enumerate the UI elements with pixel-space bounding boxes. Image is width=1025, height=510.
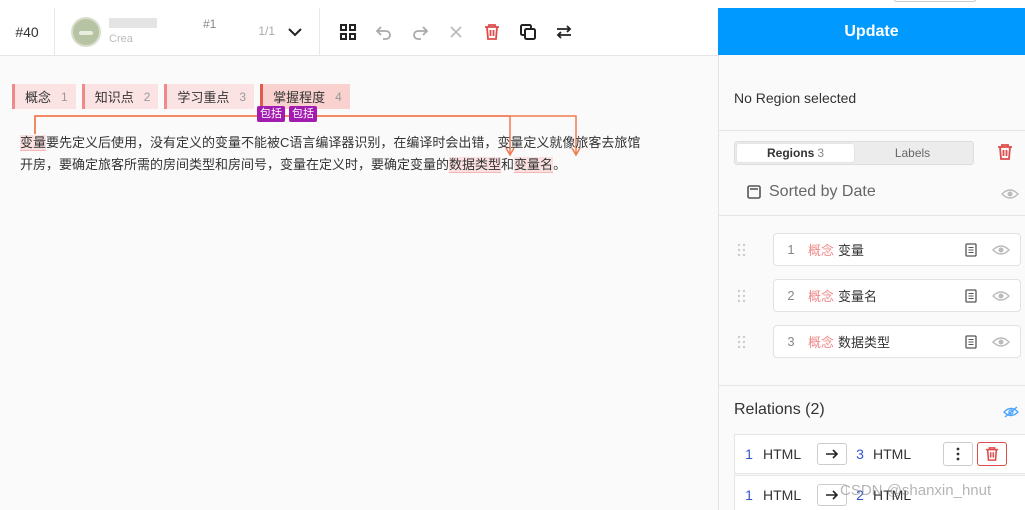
label-name: 学习重点: [177, 90, 230, 105]
trash-icon: [985, 447, 999, 461]
annotation-number: #1: [203, 17, 217, 31]
note-icon[interactable]: [964, 242, 978, 257]
divider: [719, 215, 1025, 216]
text-line-1: 变量要先定义后使用，没有定义的变量不能被C语言编译器识别，在编译时会出错，变量定…: [20, 132, 700, 154]
relation-more-button[interactable]: [943, 442, 973, 466]
eye-icon[interactable]: [992, 336, 1010, 348]
region-text: 变量: [838, 243, 865, 258]
relation-delete-button[interactable]: [977, 442, 1007, 466]
note-icon[interactable]: [964, 334, 978, 349]
document-text[interactable]: 变量要先定义后使用，没有定义的变量不能被C语言编译器识别，在编译时会出错，变量定…: [20, 132, 700, 176]
more-vertical-icon: [956, 447, 960, 461]
eye-icon[interactable]: [992, 290, 1010, 302]
annotation-created: Crea: [109, 33, 133, 45]
text-segment: 。: [553, 157, 567, 172]
region-text: 数据类型: [838, 335, 891, 350]
label-chip[interactable]: 学习重点 3: [164, 84, 255, 109]
arrow-right-icon: [826, 490, 839, 500]
task-id: #40: [0, 8, 55, 55]
sort-toggle[interactable]: Sorted by Date: [747, 183, 876, 201]
region-index: 1: [787, 242, 795, 257]
annotator-name-redacted: [109, 18, 157, 28]
label-chip[interactable]: 概念 1: [12, 84, 76, 109]
text-segment: 要先定义后使用，没有定义的变量不能被C语言编译器识别，在编译时会出错，变量定义就…: [46, 135, 641, 150]
relation-from-type: HTML: [763, 487, 802, 503]
eye-off-icon[interactable]: [1003, 405, 1019, 418]
eye-icon[interactable]: [1001, 187, 1019, 199]
relation-badge[interactable]: 包括: [257, 106, 285, 122]
relation-direction-button[interactable]: [817, 443, 847, 465]
region-index: 3: [787, 334, 795, 349]
note-icon[interactable]: [964, 288, 978, 303]
label-hotkey: 3: [239, 89, 247, 104]
redo-icon[interactable]: [408, 20, 432, 44]
region-index: 2: [787, 288, 795, 303]
chevron-down-icon[interactable]: [285, 22, 305, 42]
annotation-page: 1/1: [258, 24, 275, 38]
relations-title: Relations (2): [734, 401, 825, 418]
top-stub: [893, 0, 977, 2]
highlighted-region[interactable]: 变量: [20, 135, 47, 151]
relation-to-type: HTML: [873, 446, 912, 462]
region-label: 概念: [808, 289, 835, 304]
tab-label: Labels: [894, 146, 931, 160]
avatar: [71, 16, 101, 47]
divider: [719, 130, 1025, 131]
highlighted-region[interactable]: 数据类型: [449, 157, 502, 173]
label-name: 概念: [25, 90, 52, 105]
text-segment: 和: [501, 157, 515, 172]
close-icon[interactable]: [444, 20, 468, 44]
text-line-2: 开房，要确定旅客所需的房间类型和房间号，变量在定义时，要确定变量的数据类型和变量…: [20, 154, 700, 176]
tab-label: Regions: [766, 146, 815, 160]
tool-group: [320, 8, 576, 55]
region-label: 概念: [808, 335, 835, 350]
label-name: 知识点: [94, 90, 134, 105]
arrow-right-icon: [826, 449, 839, 459]
update-button[interactable]: Update: [718, 8, 1025, 55]
grip-icon[interactable]: [737, 335, 747, 349]
swap-icon[interactable]: [552, 20, 576, 44]
relation-from-type: HTML: [763, 446, 802, 462]
relation-from-id: 1: [745, 487, 753, 503]
watermark: CSDN @shanxin_hnut: [840, 482, 992, 499]
annotation-selector[interactable]: Crea #1 1/1: [55, 8, 320, 55]
highlighted-region[interactable]: 变量名: [514, 157, 554, 173]
label-name: 掌握程度: [273, 90, 326, 105]
relation-row[interactable]: 1 HTML 3 HTML: [734, 434, 1025, 474]
tab-count: 3: [817, 146, 825, 160]
relation-to-id: 3: [856, 446, 864, 462]
toolbar: #40 Crea #1 1/1: [0, 8, 718, 56]
relation-badge[interactable]: 包括: [289, 106, 317, 122]
trash-icon[interactable]: [480, 20, 504, 44]
region-status: No Region selected: [734, 90, 857, 106]
tab-regions[interactable]: Regions 3: [737, 144, 854, 162]
label-chip[interactable]: 知识点 2: [81, 84, 159, 109]
grid-icon[interactable]: [336, 20, 360, 44]
top-strip: [0, 0, 1025, 8]
annotation-canvas: 概念 1 知识点 2 学习重点 3 掌握程度 4 包括 包括 变量要先定义后使用，没有定…: [0, 56, 718, 510]
relation-from-id: 1: [745, 446, 753, 462]
copy-icon[interactable]: [516, 20, 540, 44]
tab-labels[interactable]: Labels: [854, 144, 971, 162]
text-segment: 开房，要确定旅客所需的房间类型和房间号，变量在定义时，要确定变量的: [20, 157, 450, 172]
region-label: 概念: [808, 243, 835, 258]
region-item[interactable]: 3 概念 数据类型: [773, 325, 1021, 358]
sort-date-icon: [747, 185, 761, 199]
label-hotkey: 4: [335, 89, 342, 104]
label-hotkey: 2: [143, 89, 151, 104]
grip-icon[interactable]: [737, 243, 747, 257]
sidebar: No Region selected Regions 3 Labels Sorte…: [718, 55, 1025, 510]
label-hotkey: 1: [61, 89, 68, 104]
annotation-meta: Crea: [109, 17, 157, 47]
region-item[interactable]: 2 概念 变量名: [773, 279, 1021, 312]
sidebar-tabs: Regions 3 Labels: [734, 141, 974, 165]
sort-label: Sorted by Date: [769, 183, 876, 200]
region-text: 变量名: [838, 289, 878, 304]
trash-icon[interactable]: [996, 143, 1014, 161]
undo-icon[interactable]: [372, 20, 396, 44]
eye-icon[interactable]: [992, 244, 1010, 256]
region-item[interactable]: 1 概念 变量: [773, 233, 1021, 266]
grip-icon[interactable]: [737, 289, 747, 303]
divider: [719, 385, 1025, 386]
